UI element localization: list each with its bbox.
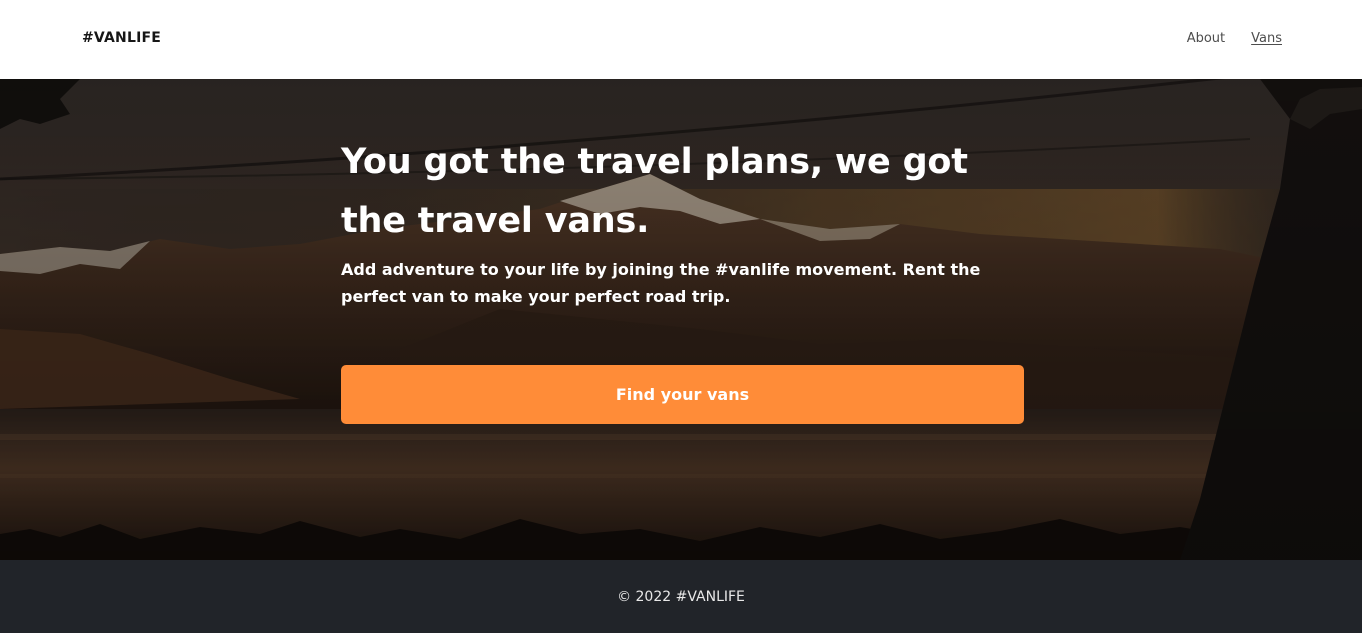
site-header: #VANLIFE About Vans [0,0,1362,79]
footer-copyright: © 2022 #VANLIFE [617,588,745,605]
hero-subtitle: Add adventure to your life by joining th… [341,260,981,306]
find-your-vans-button[interactable]: Find your vans [341,365,1024,424]
hero-section: You got the travel plans, we got the tra… [0,79,1362,560]
site-logo[interactable]: #VANLIFE [82,30,161,46]
nav-link-about[interactable]: About [1187,31,1225,46]
site-footer: © 2022 #VANLIFE [0,560,1362,633]
hero-title: You got the travel plans, we got the tra… [341,142,968,241]
main-nav: About Vans [1187,31,1282,46]
nav-link-vans[interactable]: Vans [1251,31,1282,46]
hero-content: You got the travel plans, we got the tra… [341,133,1024,424]
